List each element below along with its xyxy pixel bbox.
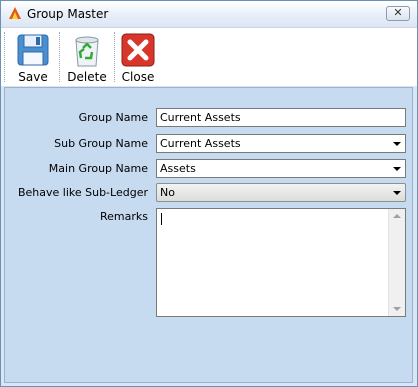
save-button[interactable]: Save — [9, 30, 57, 84]
toolbar-grip — [4, 32, 5, 82]
chevron-down-icon — [393, 142, 401, 146]
sub-group-select[interactable]: Current Assets — [156, 134, 406, 153]
toolbar-separator — [114, 32, 115, 82]
chevron-down-icon — [393, 191, 401, 195]
group-name-label: Group Name — [78, 111, 148, 124]
close-button[interactable]: Close — [117, 30, 159, 84]
close-icon: ✕ — [393, 6, 403, 19]
title-bar[interactable]: Group Master ✕ — [1, 1, 417, 28]
text-caret — [161, 213, 162, 225]
remarks-textarea[interactable] — [156, 208, 406, 317]
toolbar: Save Delete Close — [1, 28, 417, 86]
group-master-window: Group Master ✕ Save Delete Close Group N… — [0, 0, 418, 387]
window-title: Group Master — [27, 7, 109, 21]
behave-sub-ledger-value: No — [160, 186, 175, 199]
remarks-scrollbar[interactable] — [388, 209, 405, 316]
app-logo-icon — [9, 7, 21, 19]
main-group-select[interactable]: Assets — [156, 159, 406, 178]
sub-group-value: Current Assets — [160, 137, 241, 150]
group-name-input[interactable]: Current Assets — [156, 108, 406, 127]
scroll-down-arrow-icon[interactable] — [393, 307, 401, 311]
recycle-bin-icon — [75, 36, 99, 67]
behave-sub-ledger-label: Behave like Sub-Ledger — [17, 186, 148, 199]
floppy-disk-icon — [17, 34, 49, 66]
window-close-button[interactable]: ✕ — [386, 6, 410, 21]
form-panel: Group Name Current Assets Sub Group Name… — [4, 87, 413, 383]
red-x-icon — [121, 33, 155, 67]
scroll-up-arrow-icon[interactable] — [393, 214, 401, 218]
close-label: Close — [121, 70, 155, 84]
toolbar-separator — [59, 32, 60, 82]
delete-button[interactable]: Delete — [62, 30, 112, 84]
main-group-value: Assets — [160, 162, 196, 175]
chevron-down-icon — [393, 167, 401, 171]
behave-sub-ledger-select[interactable]: No — [156, 183, 406, 202]
sub-group-label: Sub Group Name — [54, 137, 148, 150]
save-label: Save — [18, 70, 48, 84]
delete-label: Delete — [67, 70, 107, 84]
main-group-label: Main Group Name — [48, 162, 148, 175]
remarks-label: Remarks — [100, 210, 148, 223]
